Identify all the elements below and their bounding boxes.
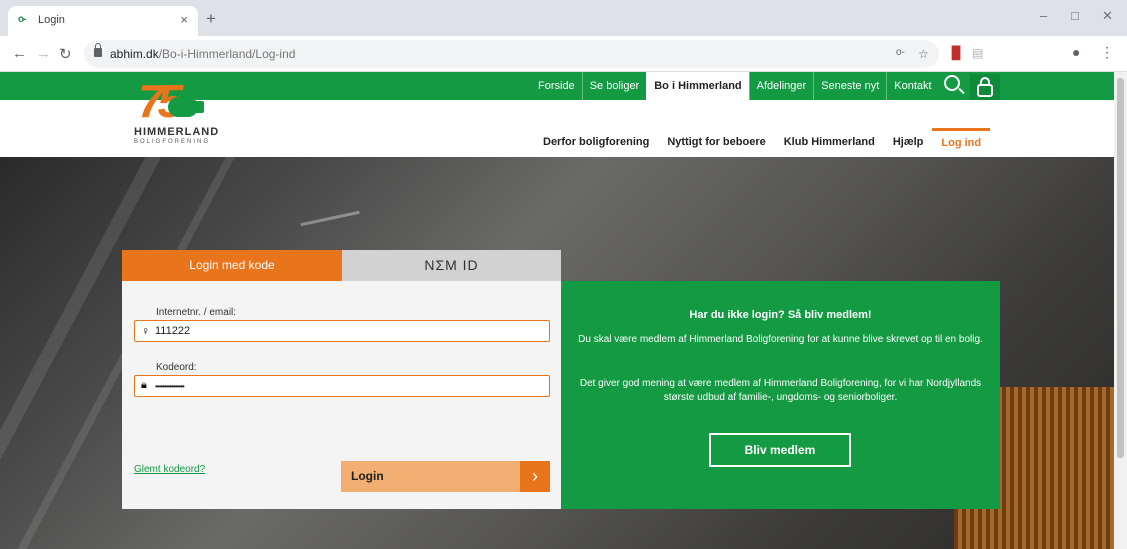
secure-lock-icon	[94, 43, 102, 57]
tab-title: Login	[38, 14, 65, 26]
hero-light	[300, 210, 360, 227]
signup-box: Har du ikke login? Så bliv medlem! Du sk…	[561, 281, 1000, 509]
extension-icon[interactable]: ▤	[972, 46, 983, 60]
menu-kebab-icon[interactable]: ⋮	[1100, 44, 1114, 61]
topnav-item-se-boliger[interactable]: Se boliger	[581, 72, 647, 100]
bliv-medlem-button[interactable]: Bliv medlem	[709, 433, 851, 467]
chevron-right-icon: ›	[520, 461, 550, 492]
reload-icon[interactable]: ↻	[59, 45, 72, 63]
signup-paragraph-1: Du skal være medlem af Himmerland Boligf…	[578, 334, 983, 345]
login-form: Internetnr. / email: ♀ 111222 Kodeord: 🔒…	[122, 281, 561, 509]
topnav-item-seneste-nyt[interactable]: Seneste nyt	[813, 72, 886, 100]
signup-title: Har du ikke login? Så bliv medlem!	[689, 309, 872, 321]
url-text: abhim.dk/Bo-i-Himmerland/Log-ind	[110, 47, 296, 61]
minimize-icon[interactable]: –	[1040, 8, 1047, 23]
subnav-item-derfor-boligforening[interactable]: Derfor boligforening	[534, 128, 658, 158]
subnav-item-hjaelp[interactable]: Hjælp	[884, 128, 933, 158]
browser-tab[interactable]: o‑ Login ×	[8, 6, 198, 36]
sub-nav: Derfor boligforening Nyttigt for beboere…	[534, 128, 991, 158]
back-icon[interactable]: ←	[12, 45, 27, 62]
password-value: ••••••••••••••••	[155, 382, 185, 391]
browser-tabbar: o‑ Login × + – □ ✕	[0, 0, 1127, 36]
password-input[interactable]: 🔒︎ ••••••••••••••••	[134, 375, 550, 397]
site-logo[interactable]: 75 HIMMERLAND BOLIGFORENING	[128, 72, 228, 154]
new-tab-icon[interactable]: +	[206, 9, 216, 29]
login-button-label: Login	[351, 469, 384, 483]
profile-icon[interactable]: ●	[1072, 44, 1080, 60]
user-icon: ♀	[141, 324, 150, 338]
scrollbar-thumb[interactable]	[1117, 78, 1124, 458]
topnav-item-afdelinger[interactable]: Afdelinger	[748, 72, 814, 100]
tab-nemid[interactable]: NΣM ID	[342, 250, 561, 281]
tab-login-med-kode[interactable]: Login med kode	[122, 250, 342, 288]
forward-icon[interactable]: →	[36, 45, 51, 62]
url-input[interactable]: abhim.dk/Bo-i-Himmerland/Log-ind ☆ o‑	[84, 40, 939, 68]
login-panel: Login med kode NΣM ID Internetnr. / emai…	[122, 250, 1000, 509]
password-label: Kodeord:	[156, 362, 197, 373]
logo-subtitle: BOLIGFORENING	[134, 139, 211, 145]
login-lock-button[interactable]	[970, 74, 1000, 100]
maximize-icon[interactable]: □	[1071, 8, 1079, 23]
forgot-password-link[interactable]: Glemt kodeord?	[134, 464, 205, 475]
lock-icon: 🔒︎	[141, 379, 147, 391]
logo-key-bit	[194, 101, 204, 113]
topnav-item-bo-i-himmerland[interactable]: Bo i Himmerland	[646, 72, 749, 100]
subnav-item-klub-himmerland[interactable]: Klub Himmerland	[775, 128, 884, 158]
logo-title: HIMMERLAND	[134, 126, 220, 138]
username-input[interactable]: ♀ 111222	[134, 320, 550, 342]
lock-icon-body	[977, 84, 993, 97]
page-scrollbar[interactable]	[1114, 72, 1127, 549]
bookmark-star-icon[interactable]: ☆	[918, 47, 929, 61]
username-value: 111222	[155, 325, 191, 337]
login-button[interactable]: Login ›	[341, 461, 550, 492]
signup-paragraph-2: Det giver god mening at være medlem af H…	[579, 378, 982, 403]
close-icon[interactable]: ×	[180, 12, 188, 27]
pdf-extension-icon[interactable]: ▉	[952, 46, 961, 60]
topnav-item-forside[interactable]: Forside	[531, 72, 582, 100]
subnav-item-nyttigt-for-beboere[interactable]: Nyttigt for beboere	[658, 128, 774, 158]
username-label: Internetnr. / email:	[156, 307, 237, 318]
subnav-item-log-ind[interactable]: Log ind	[932, 128, 991, 158]
address-bar: ← → ↻ abhim.dk/Bo-i-Himmerland/Log-ind ☆…	[0, 36, 1127, 72]
password-key-icon[interactable]: o‑	[896, 47, 905, 58]
window-close-icon[interactable]: ✕	[1102, 8, 1113, 24]
key-icon: o‑	[18, 14, 27, 25]
search-icon[interactable]	[944, 75, 960, 91]
top-nav: Forside Se boliger Bo i Himmerland Afdel…	[531, 72, 939, 100]
topnav-item-kontakt[interactable]: Kontakt	[886, 72, 938, 100]
